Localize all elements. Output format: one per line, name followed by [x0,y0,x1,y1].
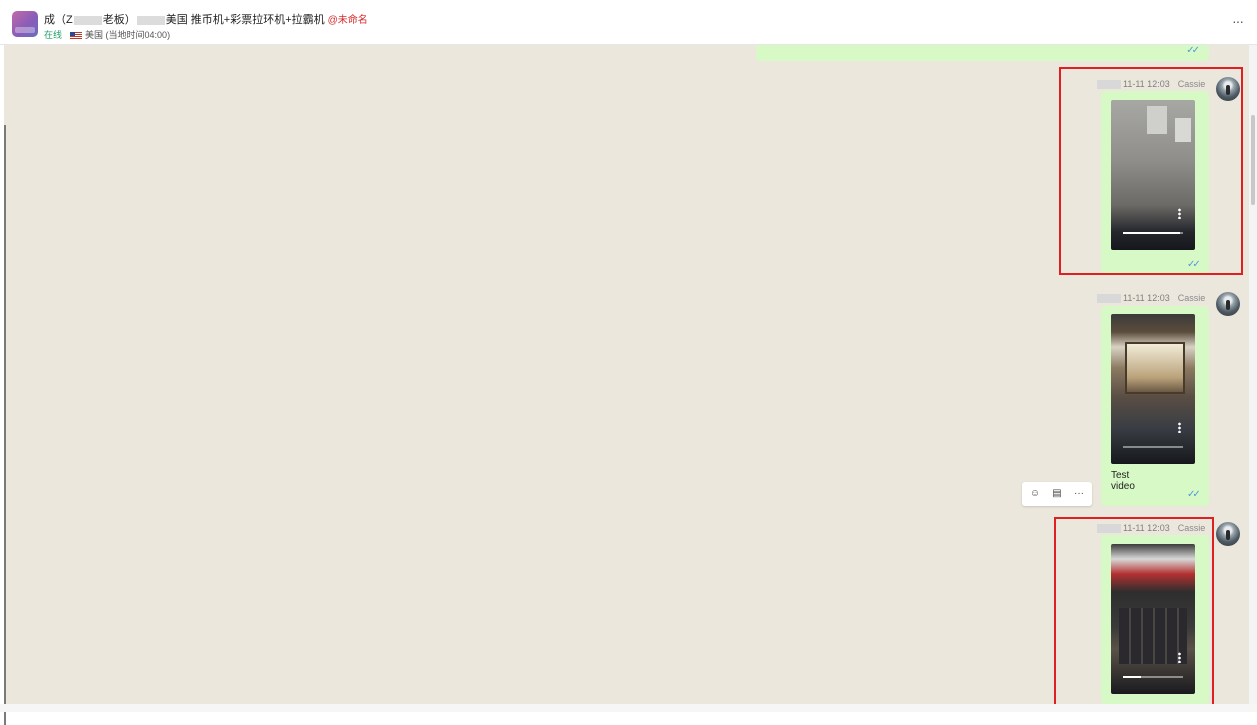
video-menu-icon[interactable] [1178,422,1181,433]
mention-tag[interactable]: @未命名 [328,15,368,26]
highlight-box [1059,67,1243,275]
message-meta: 11-11 12:03 Cassie [1097,293,1206,304]
highlight-box [1054,517,1214,707]
sender-avatar[interactable] [1216,522,1240,546]
online-status: 在线 [44,30,63,40]
redacted-block [73,15,102,25]
sender-name: Cassie [1177,293,1206,303]
message-time: 11-11 12:03 [1123,293,1170,303]
more-options-icon[interactable]: ··· [1232,13,1244,29]
chat-title: 成（Z 老板） 美国 推币机+彩票拉环机+拉霸机 @未命名 [44,14,368,26]
video-progress-bar[interactable] [1123,446,1183,448]
scroll-thumb[interactable] [1251,115,1255,205]
redacted-block [1097,294,1121,304]
reply-icon[interactable]: ▤ [1050,487,1064,501]
bottom-edge [0,704,1257,712]
sender-avatar[interactable] [1216,292,1240,316]
left-edge [4,125,6,725]
message-action-bar: ☺ ▤ ··· [1022,482,1092,506]
read-ticks-icon: ✓✓ [1187,489,1201,500]
country-label: 美国 [85,30,104,40]
contact-status: 在线 美国 (当地时间04:00) [44,28,170,41]
react-icon[interactable]: ☺ [1028,487,1042,501]
group-avatar[interactable] [12,11,38,37]
message-caption: Test video [1111,470,1135,492]
chat-header: 成（Z 老板） 美国 推币机+彩票拉环机+拉霸机 @未命名 在线 美国 (当地时间04:… [0,0,1257,45]
chat-area[interactable]: ✓✓ 11-11 12:03 Cassie ✓✓ 11-11 12:03 Cassi… [4,45,1253,725]
video-thumbnail[interactable] [1111,314,1195,464]
previous-message-bubble[interactable]: ✓✓ [756,45,1209,61]
local-time: (当地时间04:00) [105,30,171,40]
redacted-block [136,15,165,25]
more-actions-icon[interactable]: ··· [1072,487,1086,501]
read-ticks-icon: ✓✓ [1186,45,1200,56]
scrollbar[interactable] [1249,45,1257,712]
us-flag-icon [70,31,83,40]
